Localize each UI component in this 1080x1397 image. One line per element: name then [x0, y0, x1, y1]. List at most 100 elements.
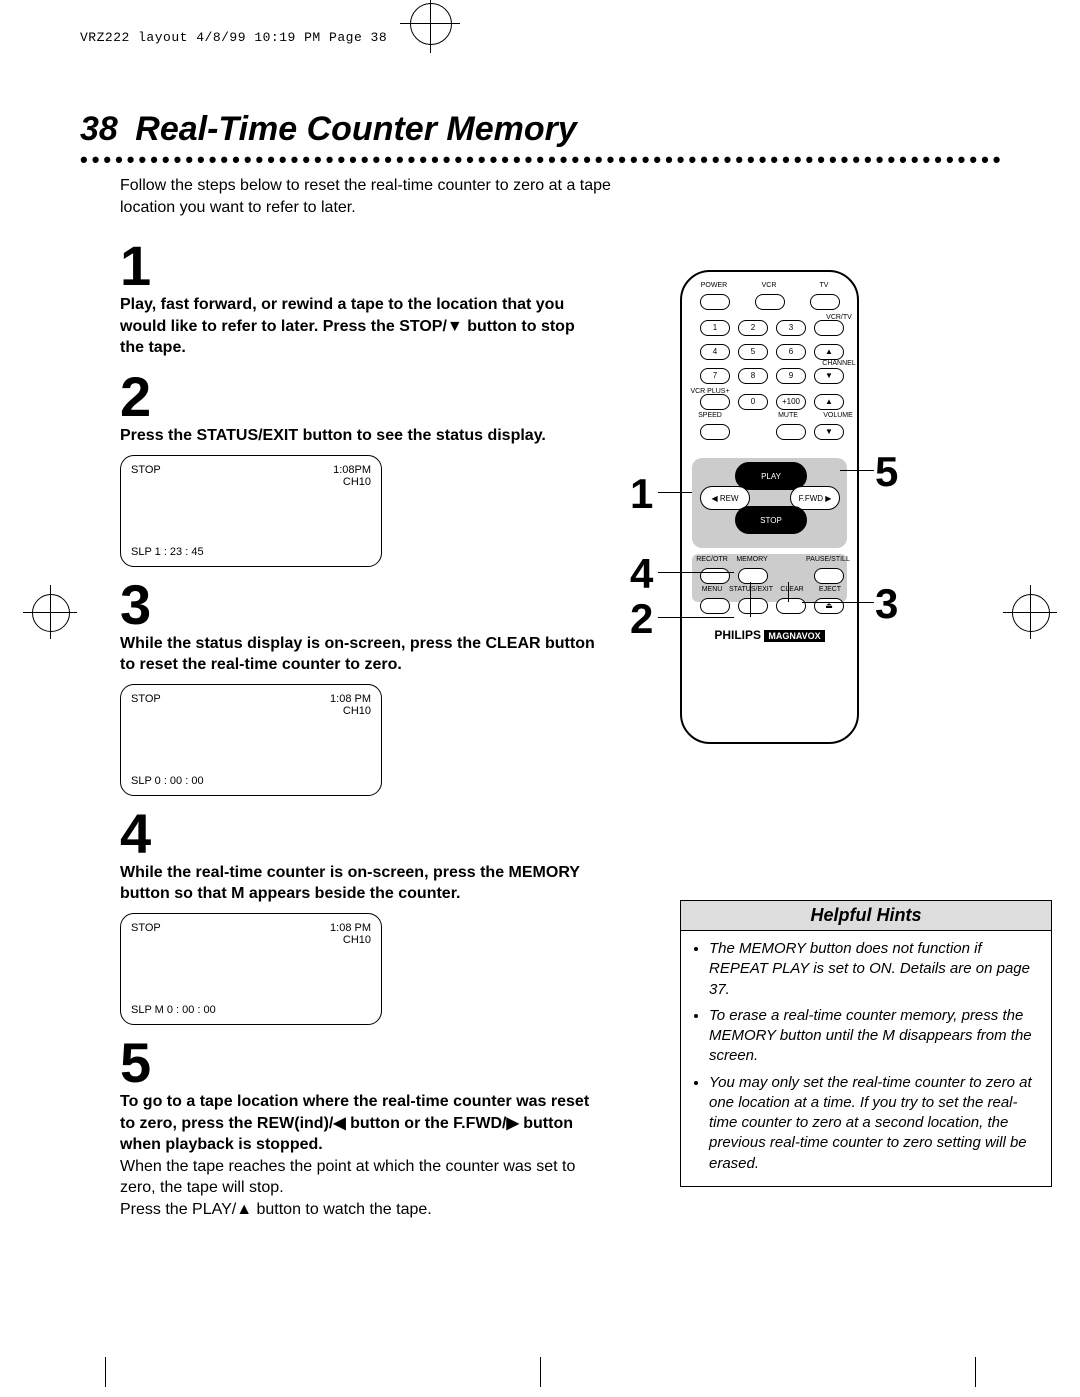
step5-extra-1: When the tape reaches the point at which… — [120, 1156, 600, 1199]
label-speed: SPEED — [690, 412, 730, 419]
hint-item: To erase a real-time counter memory, pre… — [709, 1006, 1037, 1067]
step5-extra-2: Press the PLAY/▲ button to watch the tap… — [120, 1199, 600, 1221]
label-mute: MUTE — [768, 412, 808, 419]
steps-column: 1 Play, fast forward, or rewind a tape t… — [120, 238, 600, 1220]
callout-5: 5 — [875, 448, 898, 496]
btn-power — [700, 294, 730, 310]
btn-ch-dn: ▼ — [814, 368, 844, 384]
helpful-hints-list: The MEMORY button does not function if R… — [695, 939, 1037, 1174]
callout-1-line — [658, 492, 692, 493]
step-number-4: 4 — [120, 806, 600, 862]
tv-screen-1: STOP 1:08PMCH10 SLP 1 : 23 : 45 — [120, 455, 382, 567]
dotted-rule: ••••••••••••••••••••••••••••••••••••••••… — [80, 155, 1000, 169]
crop-mark — [540, 1357, 541, 1387]
label-memory: MEMORY — [732, 556, 772, 563]
step-text-2: Press the STATUS/EXIT button to see the … — [120, 425, 600, 447]
callout-2-line — [658, 617, 734, 618]
remote-diagram: POWER VCR TV VCR/TV 1 2 3 4 5 6 ▲ CHANNE… — [680, 270, 859, 744]
btn-6: 6 — [776, 344, 806, 360]
callout-5-line — [840, 470, 874, 471]
label-statusexit: STATUS/EXIT — [728, 586, 774, 593]
helpful-hints-title: Helpful Hints — [681, 901, 1051, 931]
label-recotr: REC/OTR — [692, 556, 732, 563]
page-title: Real-Time Counter Memory — [135, 110, 576, 148]
step-number-1: 1 — [120, 238, 600, 294]
step-number-2: 2 — [120, 369, 600, 425]
crop-mark — [105, 1357, 106, 1387]
btn-play: PLAY — [735, 462, 807, 490]
step-number-5: 5 — [120, 1035, 600, 1091]
btn-recotr — [700, 568, 730, 584]
hint-item: You may only set the real-time counter t… — [709, 1073, 1037, 1174]
tv3-counter: SLP M 0 : 00 : 00 — [131, 1004, 216, 1016]
tv1-status: STOP — [131, 464, 161, 476]
btn-vcr — [755, 294, 785, 310]
label-pausestill: PAUSE/STILL — [806, 556, 846, 563]
callout-3-line — [802, 602, 874, 603]
page-heading: 38 Real-Time Counter Memory — [80, 110, 1000, 149]
label-eject: EJECT — [810, 586, 850, 593]
btn-vol-dn: ▼ — [814, 424, 844, 440]
callout-1: 1 — [630, 470, 653, 518]
label-volume: VOLUME — [815, 412, 861, 419]
btn-statusexit — [738, 598, 768, 614]
btn-speed — [700, 424, 730, 440]
btn-8: 8 — [738, 368, 768, 384]
crop-mark — [975, 1357, 976, 1387]
tv3-time-channel: 1:08 PMCH10 — [330, 922, 371, 946]
callout-4-line — [658, 572, 734, 573]
btn-memory — [738, 568, 768, 584]
btn-tv — [810, 294, 840, 310]
btn-5: 5 — [738, 344, 768, 360]
step-text-5: To go to a tape location where the real-… — [120, 1091, 600, 1156]
step-number-3: 3 — [120, 577, 600, 633]
tv-screen-2: STOP 1:08 PMCH10 SLP 0 : 00 : 00 — [120, 684, 382, 796]
helpful-hints-box: Helpful Hints The MEMORY button does not… — [680, 900, 1052, 1187]
transport-group: PLAY ◀ REW F.FWD ▶ STOP — [700, 462, 840, 552]
step-text-1: Play, fast forward, or rewind a tape to … — [120, 294, 600, 359]
callout-stub-3 — [788, 582, 789, 602]
btn-7: 7 — [700, 368, 730, 384]
print-slug: VRZ222 layout 4/8/99 10:19 PM Page 38 — [80, 30, 387, 45]
btn-vol-up: ▲ — [814, 394, 844, 410]
intro-paragraph: Follow the steps below to reset the real… — [120, 175, 660, 218]
callout-3: 3 — [875, 580, 898, 628]
btn-mute — [776, 424, 806, 440]
btn-9: 9 — [776, 368, 806, 384]
btn-eject: ⏏ — [814, 598, 844, 614]
brand-magnavox: MAGNAVOX — [764, 630, 824, 642]
btn-4: 4 — [700, 344, 730, 360]
btn-2: 2 — [738, 320, 768, 336]
tv2-counter: SLP 0 : 00 : 00 — [131, 775, 204, 787]
btn-menu — [700, 598, 730, 614]
btn-clear — [776, 598, 806, 614]
btn-vcrtv-oval — [814, 320, 844, 336]
tv1-counter: SLP 1 : 23 : 45 — [131, 546, 204, 558]
label-tv: TV — [804, 282, 844, 289]
brand-row: PHILIPS MAGNAVOX — [682, 628, 857, 642]
page-number: 38 — [80, 110, 118, 148]
step-text-3: While the status display is on-screen, p… — [120, 633, 600, 676]
btn-1: 1 — [700, 320, 730, 336]
remote-outline: POWER VCR TV VCR/TV 1 2 3 4 5 6 ▲ CHANNE… — [680, 270, 859, 744]
btn-vcrplus — [700, 394, 730, 410]
hint-item: The MEMORY button does not function if R… — [709, 939, 1037, 1000]
btn-pausestill — [814, 568, 844, 584]
label-power: POWER — [694, 282, 734, 289]
label-clear: CLEAR — [772, 586, 812, 593]
callout-2: 2 — [630, 595, 653, 643]
callout-stub-2 — [750, 582, 751, 617]
step-text-4: While the real-time counter is on-screen… — [120, 862, 600, 905]
btn-0: 0 — [738, 394, 768, 410]
callout-4: 4 — [630, 550, 653, 598]
tv3-status: STOP — [131, 922, 161, 934]
tv1-time-channel: 1:08PMCH10 — [333, 464, 371, 488]
tv-screen-3: STOP 1:08 PMCH10 SLP M 0 : 00 : 00 — [120, 913, 382, 1025]
btn-3: 3 — [776, 320, 806, 336]
btn-100: +100 — [776, 394, 806, 410]
btn-ch-up: ▲ — [814, 344, 844, 360]
label-channel: CHANNEL — [815, 360, 863, 367]
label-vcr: VCR — [749, 282, 789, 289]
tv2-status: STOP — [131, 693, 161, 705]
btn-stop: STOP — [735, 506, 807, 534]
